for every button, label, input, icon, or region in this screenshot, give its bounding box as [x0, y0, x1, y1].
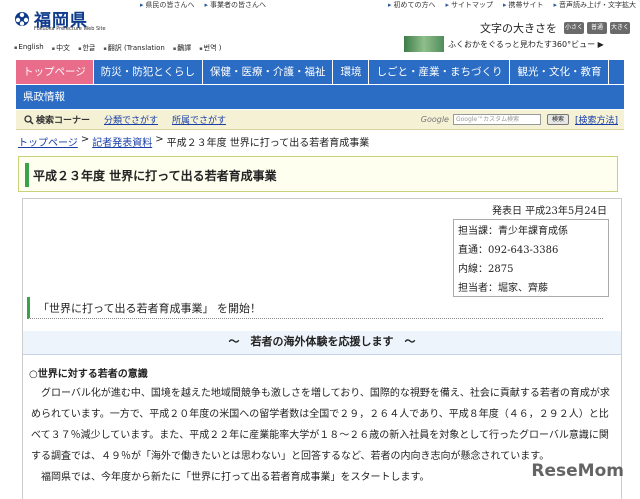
section-heading: 「世界に打って出る若者育成事業」 を開始！ [27, 297, 603, 319]
font-small-button[interactable]: 小さく [564, 22, 584, 34]
lang-translation-zh[interactable]: 飜譯 [173, 43, 191, 53]
lang-korean[interactable]: 한글 [78, 43, 95, 53]
font-large-button[interactable]: 大きく [610, 22, 630, 34]
watermark-logo: ReseMom [531, 461, 624, 481]
contact-person: 担当者：堀家、齊藤 [458, 283, 548, 294]
breadcrumb-separator: > [80, 134, 90, 145]
search-input[interactable]: Google™カスタム検索 [452, 114, 541, 125]
title-accent-bar [25, 163, 29, 187]
link-mobile[interactable]: 携帯サイト [503, 0, 543, 10]
google-logo: Google [420, 115, 449, 124]
font-normal-button[interactable]: 普通 [587, 22, 607, 34]
article-content: 発表日 平成23年5月24日 担当課：青少年課育成係 直通：092-643-33… [22, 198, 622, 499]
search-by-category[interactable]: 分類でさがす [104, 113, 158, 126]
link-businesses[interactable]: 事業者の皆さんへ [205, 0, 266, 10]
breadcrumb-separator: > [155, 134, 164, 145]
font-size-label: 文字の大きさを [480, 22, 557, 35]
font-size-control: 文字の大きさを 小さく 普通 大きく [480, 20, 630, 36]
page-title-box: 平成２３年度 世界に打って出る若者育成事業 [18, 156, 618, 192]
magnifier-icon [24, 114, 34, 125]
top-links: 県民の皆さんへ 事業者の皆さんへ 初めての方へ サイトマップ 携帯サイト 音声読… [140, 0, 636, 10]
paragraph: 福岡県では、今年度から新たに「世界に打って出る若者育成事業」をスタートします。 [41, 472, 430, 483]
search-button[interactable]: 検索 [546, 114, 569, 125]
lang-chinese[interactable]: 中文 [52, 43, 70, 53]
banner-thumbnail [404, 36, 444, 52]
nav-safety[interactable]: 防災・防犯とくらし [94, 60, 203, 84]
breadcrumb-current: 平成２３年度 世界に打って出る若者育成事業 [166, 138, 370, 149]
breadcrumb-home[interactable]: トップページ [18, 134, 78, 149]
nav-work[interactable]: しごと・産業・まちづくり [369, 60, 511, 84]
search-corner-label: 検索コーナー [36, 116, 91, 126]
link-residents[interactable]: 県民の皆さんへ [140, 0, 195, 10]
view360-banner[interactable]: ふくおかをぐるっと見わたす360°ビュー ▶ [404, 36, 636, 52]
contact-box: 担当課：青少年課育成係 直通：092-643-3386 内線：2875 担当者：… [453, 219, 609, 297]
section-label: ○世界に対する若者の意識 [29, 369, 148, 380]
lang-translation[interactable]: 翻訳 (Translation [103, 43, 165, 53]
banner-text: ふくおかをぐるっと見わたす360°ビュー ▶ [448, 39, 604, 49]
prefecture-emblem-icon [15, 11, 29, 26]
paragraph: グローバル化が進む中、国境を越えた地域間競争も激しさを増しており、国際的な視野を… [31, 388, 610, 462]
nav-government[interactable]: 県政情報 [16, 85, 72, 109]
lang-english[interactable]: English [14, 43, 43, 53]
article-body: グローバル化が進む中、国境を越えた地域間競争も激しさを増しており、国際的な視野を… [31, 383, 615, 488]
search-help-link[interactable]: [検索方法] [575, 113, 618, 126]
link-accessibility[interactable]: 音声読み上げ・文字拡大 [553, 0, 636, 10]
global-nav: トップページ 防災・防犯とくらし 保健・医療・介護・福祉 環境 しごと・産業・ま… [16, 60, 624, 110]
logo-subtitle: Fukuoka Prefecture Web Site [34, 26, 106, 32]
breadcrumb-press[interactable]: 記者発表資料 [92, 134, 152, 149]
contact-extension: 内線：2875 [458, 264, 514, 275]
language-links: English 中文 한글 翻訳 (Translation 飜譯 번역 ) [14, 43, 221, 53]
breadcrumb: トップページ > 記者発表資料 > 平成２３年度 世界に打って出る若者育成事業 [18, 134, 369, 149]
search-by-department[interactable]: 所属でさがす [172, 113, 226, 126]
nav-environment[interactable]: 環境 [333, 60, 370, 84]
nav-top[interactable]: トップページ [16, 60, 94, 84]
sub-heading: ～ 若者の海外体験を応援します ～ [23, 331, 621, 355]
contact-phone: 直通：092-643-3386 [458, 245, 559, 256]
link-sitemap[interactable]: サイトマップ [445, 0, 493, 10]
nav-tourism[interactable]: 観光・文化・教育 [510, 60, 610, 84]
link-first-visit[interactable]: 初めての方へ [388, 0, 435, 10]
publish-date: 発表日 平成23年5月24日 [492, 206, 607, 217]
contact-department: 担当課：青少年課育成係 [458, 226, 568, 237]
lang-translation-ko[interactable]: 번역 ) [199, 43, 222, 53]
nav-health[interactable]: 保健・医療・介護・福祉 [203, 60, 334, 84]
page-title: 平成２３年度 世界に打って出る若者育成事業 [33, 169, 277, 183]
search-corner: 検索コーナー [16, 113, 90, 126]
search-bar: 検索コーナー 分類でさがす 所属でさがす Google Google™カスタム検… [16, 110, 624, 130]
